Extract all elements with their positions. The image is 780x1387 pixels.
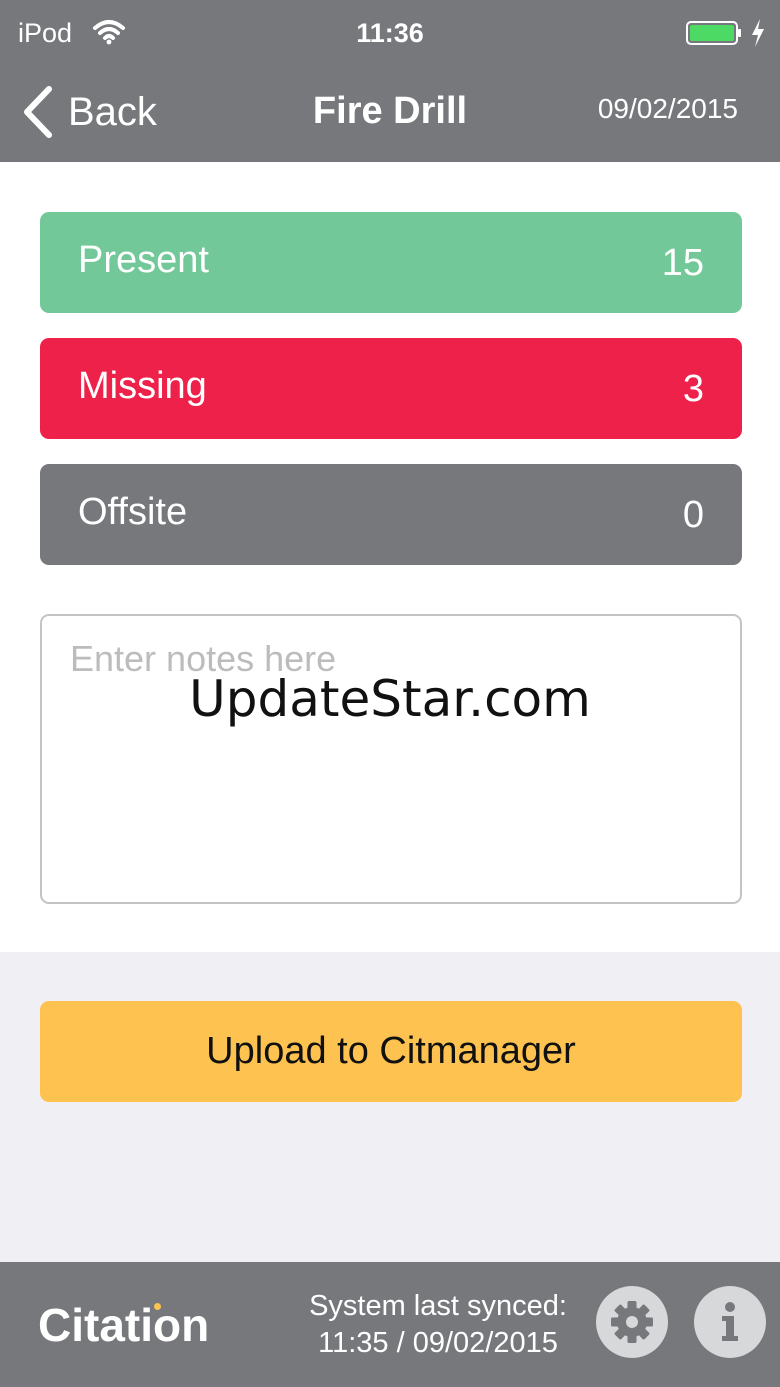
present-label: Present	[78, 239, 209, 281]
battery-icon	[686, 21, 741, 45]
action-panel: Upload to Citmanager	[0, 952, 780, 1262]
notes-box	[40, 614, 742, 904]
present-count: 15	[661, 242, 704, 284]
watermark-text: UpdateStar.com	[189, 670, 591, 728]
info-icon	[722, 1302, 738, 1341]
gear-icon	[611, 1301, 653, 1343]
offsite-count: 0	[682, 494, 704, 536]
upload-button[interactable]: Upload to Citmanager	[40, 1001, 742, 1102]
sync-timestamp: 11:35 / 09/02/2015	[318, 1327, 558, 1359]
info-button[interactable]	[694, 1286, 766, 1358]
charging-bolt-icon	[752, 19, 764, 47]
drill-date: 09/02/2015	[597, 93, 738, 124]
missing-label: Missing	[78, 365, 207, 407]
logo-text: Citation	[38, 1299, 210, 1351]
missing-row[interactable]: Missing 3	[40, 338, 742, 439]
logo-dot	[154, 1303, 161, 1310]
clock-time: 11:36	[356, 18, 424, 48]
offsite-row[interactable]: Offsite 0	[40, 464, 742, 565]
navigation-bar: Back Fire Drill 09/02/2015	[0, 64, 780, 162]
present-row[interactable]: Present 15	[40, 212, 742, 313]
settings-button[interactable]	[596, 1286, 668, 1358]
main-content: Present 15 Missing 3 Offsite 0	[0, 162, 780, 952]
citation-logo: Citation	[38, 1298, 209, 1352]
offsite-label: Offsite	[78, 491, 188, 533]
sync-label: System last synced:	[309, 1290, 567, 1322]
status-bar: iPod 11:36	[0, 0, 780, 64]
sync-status: System last synced: 11:35 / 09/02/2015	[280, 1288, 596, 1362]
notes-input[interactable]	[42, 616, 740, 902]
footer-bar: Citation System last synced: 11:35 / 09/…	[0, 1262, 780, 1387]
missing-count: 3	[682, 368, 704, 410]
